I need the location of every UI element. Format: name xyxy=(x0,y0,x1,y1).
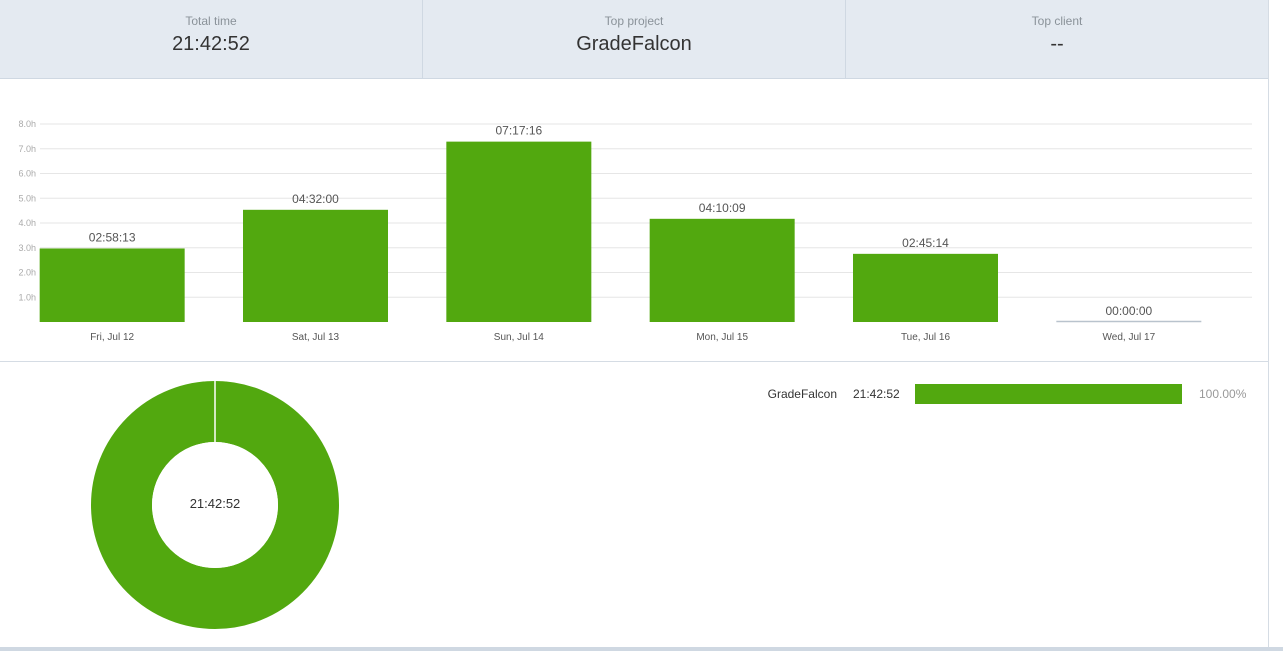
bar-2[interactable] xyxy=(446,141,592,322)
bar-value-label: 00:00:00 xyxy=(1105,304,1152,318)
bar-value-label: 02:45:14 xyxy=(902,236,949,250)
bar-0[interactable] xyxy=(39,248,185,322)
y-tick-label: 7.0h xyxy=(18,144,36,154)
bar-3[interactable] xyxy=(649,218,795,322)
legend-progress-track xyxy=(915,384,1182,404)
bottom-divider xyxy=(0,647,1283,651)
y-tick-label: 1.0h xyxy=(18,292,36,302)
y-tick-label: 3.0h xyxy=(18,243,36,253)
legend-project-time: 21:42:52 xyxy=(853,387,900,401)
stat-top-project: Top project GradeFalcon xyxy=(422,0,845,78)
stat-total-time-label: Total time xyxy=(185,14,237,28)
stat-top-client: Top client -- xyxy=(845,0,1268,78)
bar-value-label: 07:17:16 xyxy=(495,124,542,138)
donut-center-label: 21:42:52 xyxy=(190,496,241,511)
daily-bar-chart-section: 1.0h 2.0h 3.0h 4.0h 5.0h 6.0h 7.0h 8.0h 02:58:13… xyxy=(0,79,1268,362)
bar-value-label: 04:10:09 xyxy=(699,201,746,215)
summary-bar: Total time 21:42:52 Top project GradeFal… xyxy=(0,0,1268,79)
y-tick-label: 5.0h xyxy=(18,193,36,203)
bar-value-label: 02:58:13 xyxy=(89,230,136,244)
y-tick-label: 4.0h xyxy=(18,218,36,228)
x-tick-label: Tue, Jul 16 xyxy=(901,332,951,343)
daily-bar-chart: 1.0h 2.0h 3.0h 4.0h 5.0h 6.0h 7.0h 8.0h 02:58:13… xyxy=(18,119,1252,343)
x-tick-label: Sat, Jul 13 xyxy=(292,332,340,343)
legend-project-name: GradeFalcon xyxy=(767,387,837,401)
bar-value-label: 04:32:00 xyxy=(292,192,339,206)
project-legend-row[interactable]: GradeFalcon 21:42:52 100.00% xyxy=(700,384,1260,406)
stat-top-project-value[interactable]: GradeFalcon xyxy=(423,33,845,56)
x-tick-label: Fri, Jul 12 xyxy=(90,332,134,343)
x-tick-label: Mon, Jul 15 xyxy=(696,332,748,343)
stat-top-client-value: -- xyxy=(1050,33,1064,55)
stat-total-time-value: 21:42:52 xyxy=(172,33,250,55)
bar-1[interactable] xyxy=(243,209,388,322)
legend-project-percent: 100.00% xyxy=(1199,387,1247,401)
x-tick-label: Wed, Jul 17 xyxy=(1103,332,1156,343)
y-tick-label: 6.0h xyxy=(18,169,36,179)
x-tick-label: Sun, Jul 14 xyxy=(494,332,544,343)
stat-top-client-label: Top client xyxy=(1031,14,1083,28)
y-tick-label: 8.0h xyxy=(18,119,36,129)
legend-progress-fill xyxy=(915,384,1182,404)
y-tick-label: 2.0h xyxy=(18,268,36,278)
bar-4[interactable] xyxy=(853,253,998,322)
stat-top-project-label: Top project xyxy=(604,14,664,28)
dashboard-page: Total time 21:42:52 Top project GradeFal… xyxy=(0,0,1268,651)
scrollbar-gutter[interactable] xyxy=(1269,0,1283,651)
stat-total-time: Total time 21:42:52 xyxy=(0,0,422,78)
